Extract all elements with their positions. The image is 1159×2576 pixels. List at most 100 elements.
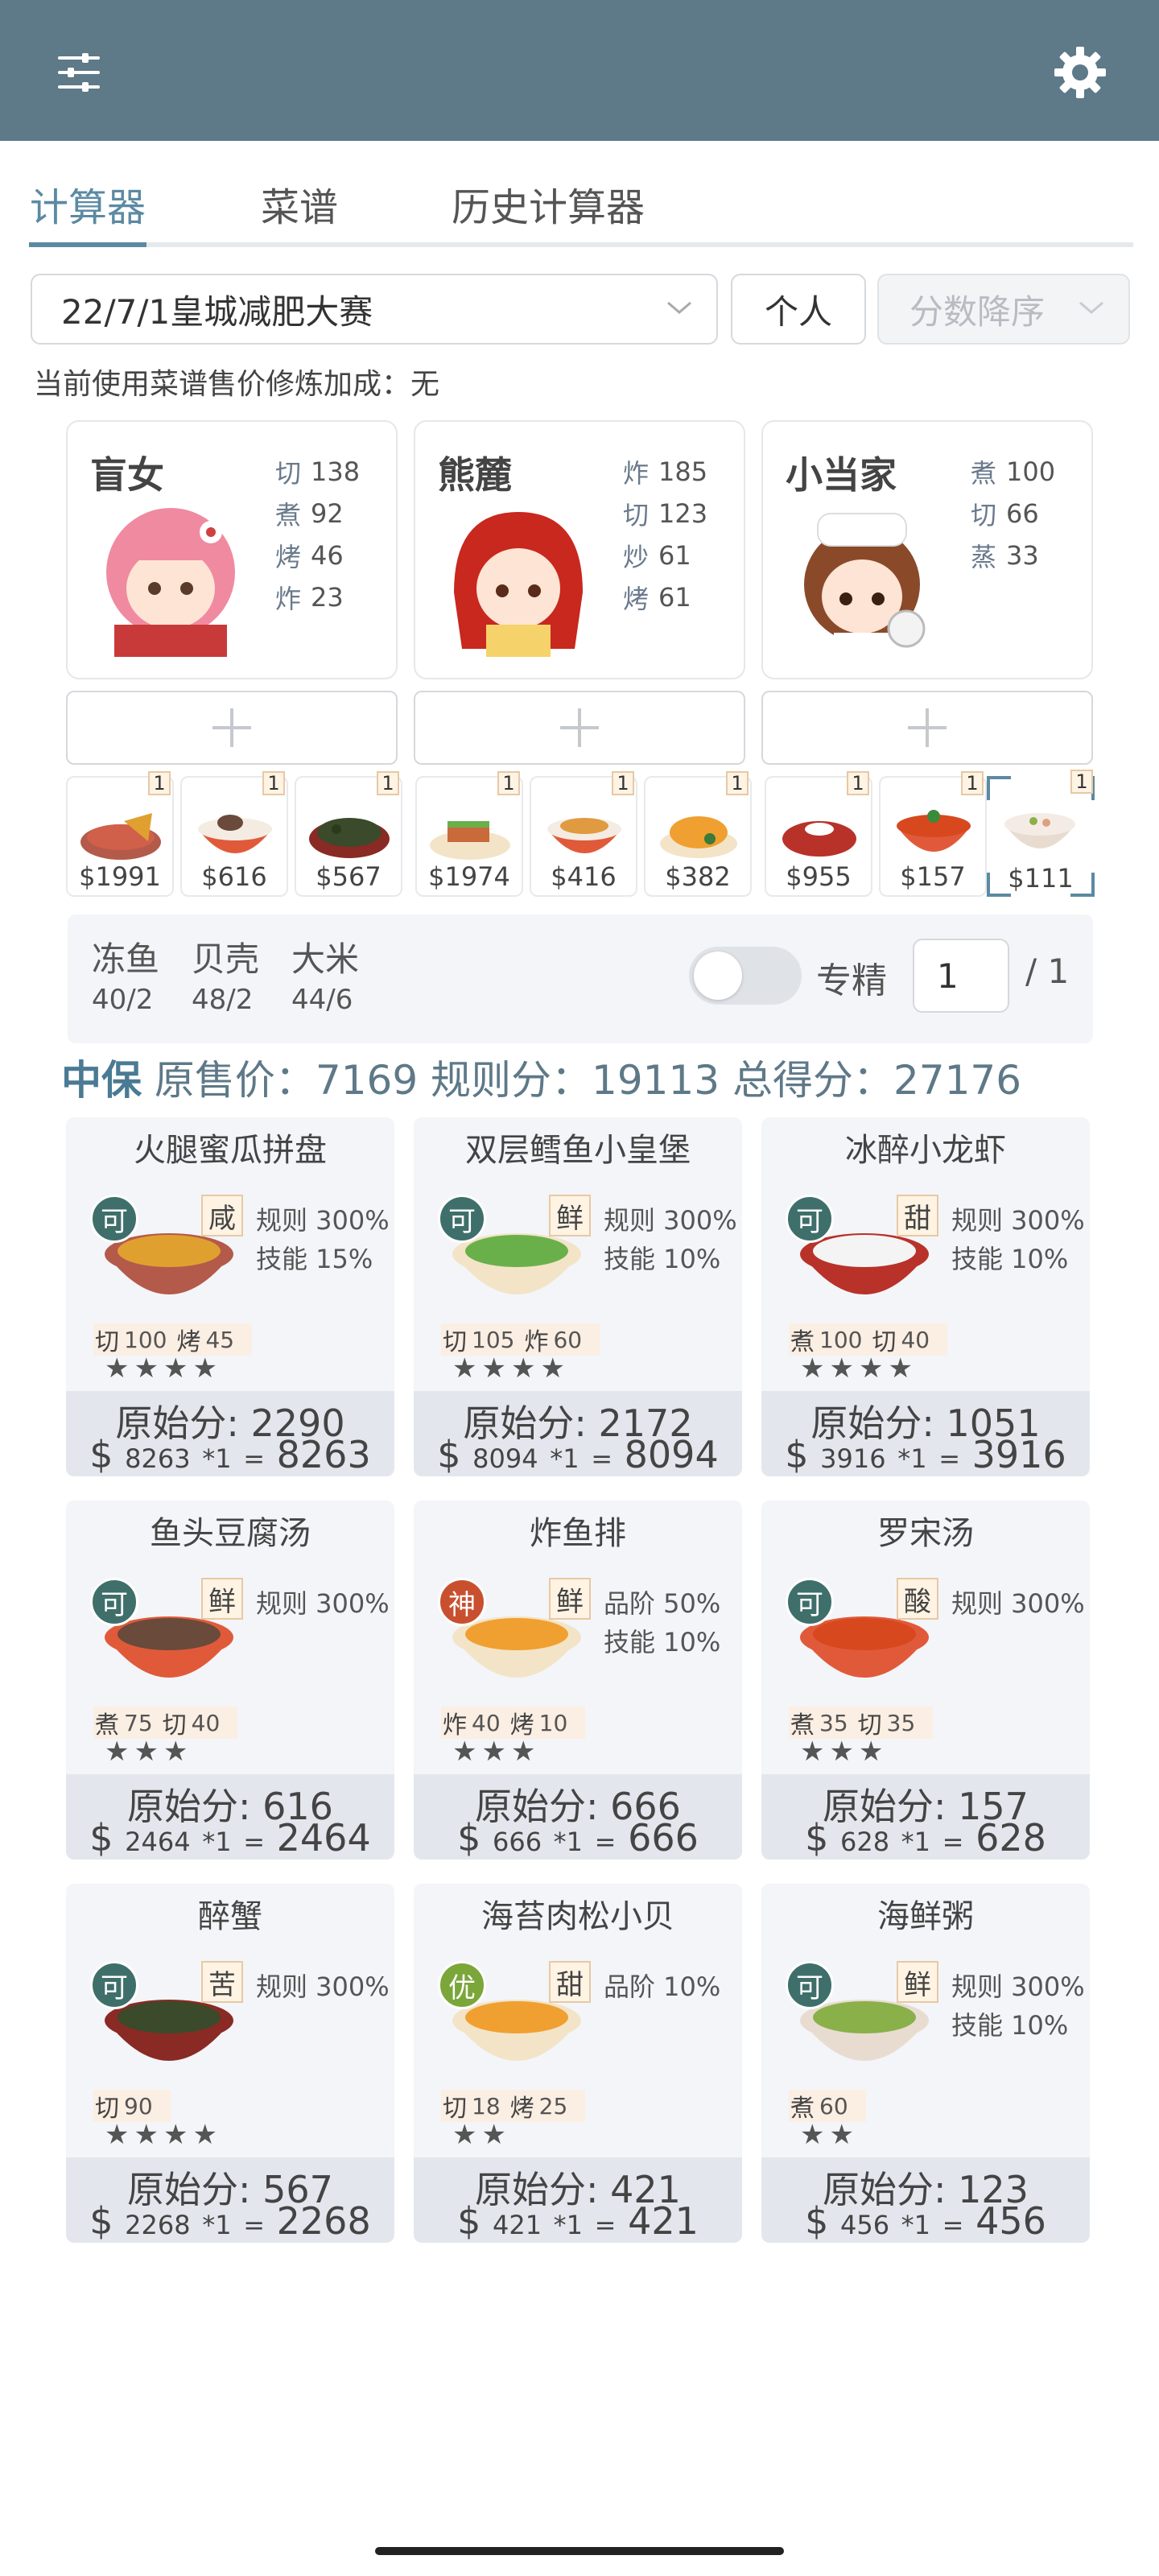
rule-bonus-list: 规则 300% — [951, 1584, 1085, 1623]
dish-slot[interactable]: 1 $1974 — [415, 771, 523, 897]
dish-count-badge: 1 — [377, 771, 399, 795]
skill-requirements: 煮 75 切 40 — [93, 1707, 238, 1740]
settings-button[interactable] — [1040, 32, 1120, 113]
result-card[interactable]: 醉蟹可 苦规则 300% 切 90 ★★★★ 原始分: 567 $ 2268 *1 = 22… — [66, 1884, 394, 2243]
chef-card[interactable]: 熊麓 炸 185 切 123 炒 61 烤 61 — [414, 420, 745, 679]
result-card[interactable]: 炸鱼排神 鲜品阶 50% 技能 10% 炸 40 烤 10 ★★★ 原始分: 666 $ 666 … — [414, 1501, 742, 1860]
tab-recipes[interactable]: 菜谱 — [254, 165, 344, 242]
score-panel: 原始分: 616 $ 2464 *1 = 2464 — [66, 1774, 394, 1860]
mode-select[interactable]: 个人 — [731, 274, 866, 345]
unit-price: 2268 — [125, 2210, 191, 2240]
total-price: 8263 — [276, 1433, 371, 1476]
skill-type: 煮 — [971, 458, 997, 489]
rule-bonus: 品阶 10% — [604, 1971, 721, 2002]
skill-requirements: 切 18 烤 25 — [441, 2090, 586, 2123]
price-calculation: $ 421 *1 = 421 — [414, 2199, 742, 2243]
chef-card[interactable]: 盲女 切 138 煮 92 烤 46 炸 23 — [66, 420, 398, 679]
dish-slot[interactable]: 1 $567 — [295, 771, 402, 897]
star-rating: ★★★ — [800, 1736, 889, 1768]
filter-settings-button[interactable] — [39, 32, 119, 113]
dollar-icon: $ — [785, 1433, 821, 1476]
home-indicator[interactable] — [375, 2547, 784, 2555]
star-rating: ★★★ — [105, 1736, 193, 1768]
rule-select[interactable]: 22/7/1皇城减肥大赛 — [31, 274, 718, 345]
specialize-count-input[interactable]: 1 — [913, 939, 1009, 1013]
dish-count-badge: 1 — [497, 771, 520, 795]
plus-icon — [212, 708, 251, 747]
dish-slot[interactable]: 1 $157 — [879, 771, 987, 897]
equals-sign: = — [942, 1827, 964, 1857]
dish-slot[interactable]: 1 $955 — [765, 771, 872, 897]
skill-value: 35 — [819, 1709, 848, 1736]
dish-image — [80, 813, 161, 860]
skill-requirements: 切 90 — [93, 2090, 171, 2123]
rule-bonus: 规则 300% — [951, 1971, 1085, 2002]
skill-requirements: 煮 35 切 35 — [789, 1707, 934, 1740]
tab-history-calculator[interactable]: 历史计算器 — [448, 165, 649, 242]
rank-badge: 优 — [438, 1961, 486, 2009]
result-card[interactable]: 海鲜粥可 鲜规则 300% 技能 10% 煮 60 ★★ 原始分: 123 $ 456 *1 … — [761, 1884, 1090, 2243]
material-name: 冻鱼 — [92, 939, 160, 979]
dollar-icon: $ — [805, 2199, 840, 2243]
dish-slot[interactable]: 1 $416 — [530, 771, 637, 897]
add-equipment-button[interactable] — [414, 691, 745, 765]
specialize-toggle[interactable] — [689, 947, 802, 1005]
skill-type: 烤 — [509, 2095, 534, 2123]
add-equipment-button[interactable] — [66, 691, 398, 765]
price-calculation: $ 628 *1 = 628 — [761, 1816, 1090, 1860]
taste-badge: 鲜 — [201, 1578, 243, 1620]
multiplier: *1 — [553, 2210, 584, 2240]
dish-image — [660, 816, 737, 858]
recipe-price-bonus-text: 当前使用菜谱售价修炼加成：无 — [34, 368, 440, 401]
skill-requirements: 切 105 炸 60 — [441, 1323, 600, 1356]
dish-price: $955 — [786, 861, 852, 892]
material-ratio: 44/6 — [291, 984, 353, 1016]
rank-badge: 可 — [786, 1961, 834, 2009]
score-summary: 中保 原售价：7169 规则分：19113 总得分：27176 — [61, 1048, 1021, 1106]
dish-image — [198, 815, 272, 853]
result-card[interactable]: 双层鳕鱼小皇堡可 鲜规则 300% 技能 10% 切 105 炸 60 ★★★★ 原始分: 21… — [414, 1117, 742, 1476]
add-equipment-button[interactable] — [761, 691, 1093, 765]
skill-type: 烤 — [275, 542, 302, 572]
equals-sign: = — [594, 2210, 617, 2240]
result-card[interactable]: 罗宋汤可 酸规则 300% 煮 35 切 35 ★★★ 原始分: 157 $ 628 *1 = … — [761, 1501, 1090, 1860]
star-rating: ★★★★ — [105, 2119, 222, 2151]
chef-avatar — [786, 496, 947, 657]
dollar-icon: $ — [89, 1816, 126, 1860]
result-card[interactable]: 火腿蜜瓜拼盘可 咸规则 300% 技能 15% 切 100 烤 45 ★★★★ 原始分: 229… — [66, 1117, 394, 1476]
result-card[interactable]: 冰醉小龙虾可 甜规则 300% 技能 10% 煮 100 切 40 ★★★★ 原始分: 1051… — [761, 1117, 1090, 1476]
dollar-icon: $ — [437, 1433, 473, 1476]
tab-calculator[interactable]: 计算器 — [29, 165, 146, 242]
unit-price: 628 — [839, 1827, 890, 1857]
recipe-title: 海鲜粥 — [877, 1898, 974, 1935]
chef-card[interactable]: 小当家 煮 100 切 66 蒸 33 — [761, 420, 1093, 679]
sort-select[interactable]: 分数降序 — [877, 274, 1130, 345]
dish-slot-selected[interactable]: 1 $111 — [987, 770, 1095, 897]
dish-slot[interactable]: 1 $1991 — [66, 771, 174, 897]
result-card[interactable]: 海苔肉松小贝优甜品阶 10% 切 18 烤 25 ★★ 原始分: 421 $ 421 *1 =… — [414, 1884, 742, 2243]
chef-name: 小当家 — [786, 453, 897, 497]
total-price: 421 — [628, 2199, 699, 2243]
rule-bonus: 规则 300% — [256, 1205, 390, 1236]
taste-badge: 酸 — [897, 1578, 938, 1620]
result-card[interactable]: 鱼头豆腐汤可 鲜规则 300% 煮 75 切 40 ★★★ 原始分: 616 $ 2464 *1… — [66, 1501, 394, 1860]
multiplier: *1 — [553, 1827, 584, 1857]
equals-sign: = — [938, 1443, 961, 1474]
taste-badge: 苦 — [201, 1961, 243, 2003]
rank-badge: 可 — [90, 1961, 138, 2009]
dollar-icon: $ — [457, 2199, 493, 2243]
skill-type: 炒 — [623, 542, 650, 572]
rule-select-value: 22/7/1皇城减肥大赛 — [61, 291, 373, 332]
dish-slot[interactable]: 1 $616 — [180, 771, 288, 897]
skill-value: 46 — [311, 540, 344, 571]
star-rating: ★★ — [800, 2119, 859, 2151]
equals-sign: = — [942, 2210, 964, 2240]
dish-slot[interactable]: 1 $382 — [644, 771, 752, 897]
skill-value: 75 — [124, 1709, 153, 1736]
rule-bonus-list: 规则 300% 技能 15% — [256, 1201, 390, 1278]
skill-value: 23 — [311, 582, 344, 613]
rule-bonus: 品阶 50% — [604, 1588, 721, 1619]
equals-sign: = — [243, 2210, 266, 2240]
score-panel: 原始分: 157 $ 628 *1 = 628 — [761, 1774, 1090, 1860]
skill-requirements: 炸 40 烤 10 — [441, 1707, 586, 1740]
